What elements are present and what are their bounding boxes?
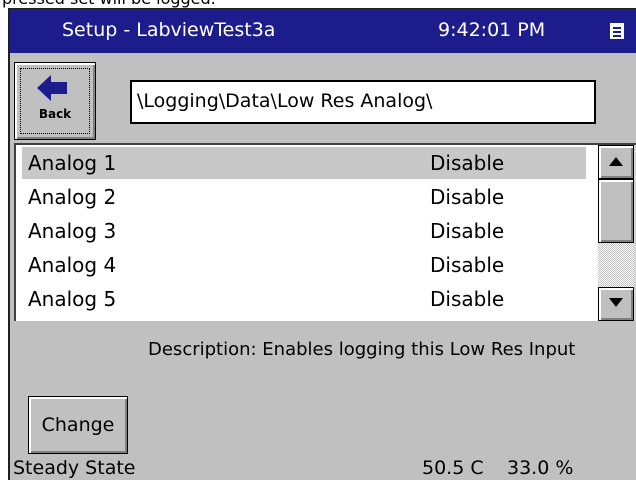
list-item-analog-2[interactable]: Analog 2 Disable	[22, 181, 586, 213]
change-button[interactable]: Change	[28, 396, 128, 454]
list-item-name: Analog 1	[28, 151, 117, 175]
scroll-thumb[interactable]	[598, 179, 634, 243]
back-label: Back	[38, 107, 72, 121]
menu-icon[interactable]	[610, 23, 624, 39]
list-item-name: Analog 4	[28, 253, 117, 277]
list-item-name: Analog 5	[28, 287, 117, 311]
list-item-name: Analog 2	[28, 185, 117, 209]
back-button[interactable]: Back	[14, 62, 96, 140]
channel-list[interactable]: Analog 1 Disable Analog 2 Disable Analog…	[14, 143, 636, 321]
list-item-analog-3[interactable]: Analog 3 Disable	[22, 215, 586, 247]
list-item-value: Disable	[430, 185, 505, 209]
title-bar: Setup - LabviewTest3a 9:42:01 PM	[10, 9, 636, 53]
list-item-value: Disable	[430, 287, 505, 311]
status-percent: 33.0 %	[507, 457, 574, 479]
scroll-track[interactable]	[598, 243, 634, 287]
caption-text: pressed set will be logged.	[2, 0, 216, 8]
scroll-down-button[interactable]	[598, 287, 634, 321]
list-item-value: Disable	[430, 253, 505, 277]
scroll-up-button[interactable]	[598, 145, 634, 179]
up-arrow-icon	[609, 157, 623, 166]
window-title: Setup - LabviewTest3a	[62, 19, 276, 41]
left-arrow-icon	[37, 75, 67, 101]
list-item-name: Analog 3	[28, 219, 117, 243]
path-field: \Logging\Data\Low Res Analog\	[130, 80, 596, 124]
list-item-analog-1[interactable]: Analog 1 Disable	[22, 147, 586, 179]
status-temperature: 50.5 C	[422, 457, 484, 479]
list-item-analog-5[interactable]: Analog 5 Disable	[22, 283, 586, 315]
list-item-analog-4[interactable]: Analog 4 Disable	[22, 249, 586, 281]
status-state: Steady State	[13, 457, 136, 479]
list-item-value: Disable	[430, 219, 505, 243]
list-scrollbar[interactable]	[598, 145, 636, 321]
description-text: Description: Enables logging this Low Re…	[148, 339, 576, 360]
background-caption: pressed set will be logged.	[0, 0, 636, 8]
clock: 9:42:01 PM	[438, 19, 546, 41]
list-item-value: Disable	[430, 151, 505, 175]
setup-window: Setup - LabviewTest3a 9:42:01 PM Back \L…	[8, 8, 636, 480]
down-arrow-icon	[609, 298, 623, 307]
